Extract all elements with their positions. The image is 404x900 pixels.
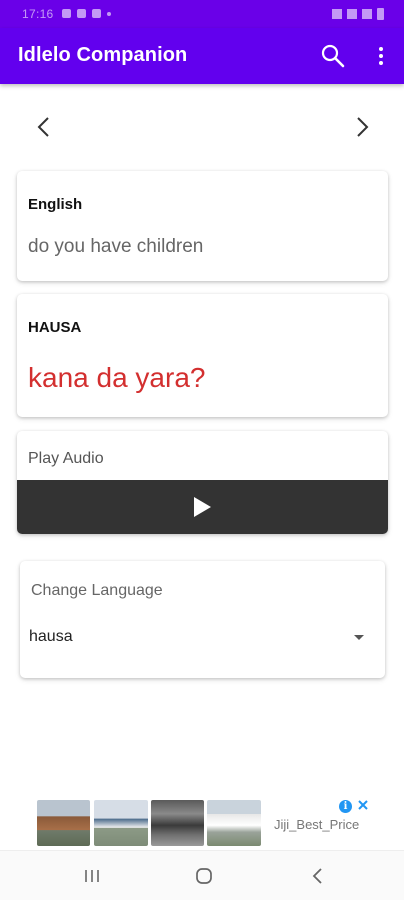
notification-icon — [62, 9, 71, 18]
ad-banner[interactable]: Jiji_Best_Price i — [0, 797, 404, 850]
translation-card: HAUSA kana da yara? — [17, 294, 388, 417]
ad-text[interactable]: Jiji_Best_Price — [274, 817, 359, 832]
play-icon[interactable] — [191, 496, 213, 518]
notification-icons — [62, 9, 111, 18]
app-bar: Idlelo Companion — [0, 28, 404, 84]
source-text: do you have children — [28, 236, 204, 257]
notification-dot-icon — [107, 12, 111, 16]
status-time: 17:16 — [22, 7, 54, 21]
translation-text: kana da yara? — [28, 362, 206, 393]
system-status-icons — [332, 8, 384, 20]
audio-player[interactable] — [17, 480, 388, 534]
ad-close-icon[interactable] — [356, 798, 370, 812]
signal-icon — [362, 9, 372, 19]
home-icon[interactable] — [194, 866, 214, 886]
ad-image[interactable] — [151, 800, 204, 846]
status-bar: 17:16 — [0, 0, 404, 28]
battery-icon — [377, 8, 384, 20]
search-icon[interactable] — [318, 41, 348, 71]
recents-icon[interactable] — [82, 867, 102, 885]
language-selector-card: Change Language hausa — [20, 561, 385, 678]
ad-image[interactable] — [207, 800, 261, 846]
app-title: Idlelo Companion — [18, 44, 188, 66]
more-vert-icon[interactable] — [370, 41, 392, 71]
wifi-icon — [332, 9, 342, 19]
ad-image[interactable] — [94, 800, 148, 846]
language-dropdown[interactable]: hausa — [29, 628, 73, 646]
notification-icon — [92, 9, 101, 18]
notification-icon — [77, 9, 86, 18]
source-language-label: English — [28, 196, 83, 213]
ad-info-icon[interactable]: i — [339, 800, 352, 813]
chevron-left-icon[interactable] — [30, 112, 58, 142]
dropdown-arrow-icon[interactable] — [352, 630, 366, 640]
audio-card: Play Audio — [17, 431, 388, 534]
back-icon[interactable] — [308, 866, 328, 886]
chevron-right-icon[interactable] — [348, 112, 376, 142]
language-selector-label: Change Language — [31, 582, 163, 599]
system-nav-bar — [0, 850, 404, 900]
translation-language-label: HAUSA — [28, 319, 82, 336]
source-card: English do you have children — [17, 171, 388, 281]
audio-label: Play Audio — [28, 450, 104, 467]
ad-image[interactable] — [37, 800, 90, 846]
mute-icon — [347, 9, 357, 19]
